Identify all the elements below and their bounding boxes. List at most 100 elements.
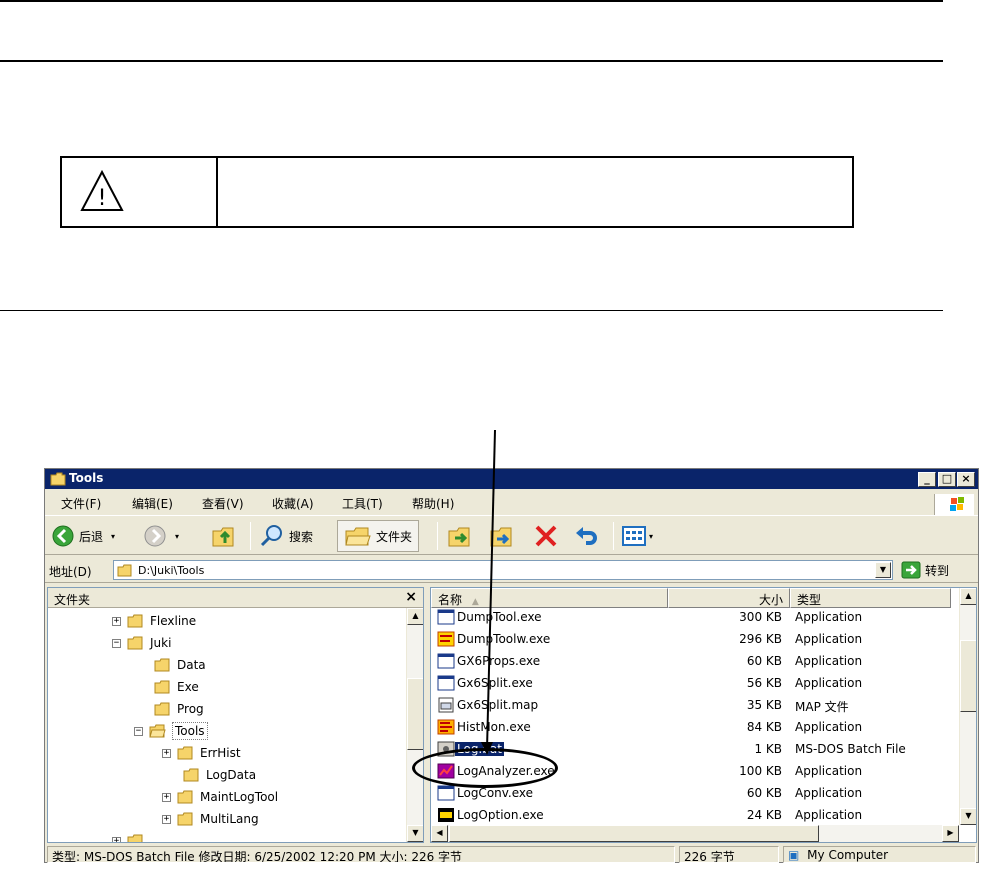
move-to-icon bbox=[448, 527, 470, 547]
file-row[interactable]: GX6Props.exe 60 KB Application bbox=[431, 650, 951, 672]
folder-pane-scrollbar[interactable]: ▲ ▼ bbox=[406, 608, 423, 842]
menu-tools[interactable]: 工具(T) bbox=[342, 495, 383, 512]
warning-symbol: ! bbox=[98, 186, 107, 211]
forward-button[interactable]: ▾ bbox=[143, 520, 179, 552]
file-type: MAP 文件 bbox=[795, 700, 849, 714]
tree-item-data[interactable]: Data bbox=[154, 654, 206, 676]
menu-edit[interactable]: 编辑(E) bbox=[132, 495, 173, 512]
scroll-up-icon[interactable]: ▲ bbox=[407, 608, 423, 625]
file-type: Application bbox=[795, 632, 863, 646]
tree-item-label: Data bbox=[177, 658, 206, 672]
close-pane-icon[interactable]: × bbox=[405, 589, 417, 605]
scroll-thumb[interactable] bbox=[449, 825, 819, 842]
folders-button[interactable]: 文件夹 bbox=[337, 520, 420, 552]
tree-item-multilang[interactable]: + MultiLang bbox=[162, 808, 259, 830]
computer-icon: ▣ bbox=[788, 848, 800, 862]
folder-icon bbox=[127, 614, 143, 628]
tree-item-tools[interactable]: − Tools bbox=[134, 720, 208, 742]
undo-icon bbox=[576, 527, 597, 545]
file-type: Application bbox=[795, 610, 863, 624]
expand-icon[interactable]: + bbox=[112, 836, 121, 842]
search-label: 搜索 bbox=[289, 529, 314, 544]
section-rule bbox=[0, 310, 943, 311]
file-type: Application bbox=[795, 720, 863, 734]
status-size: 226 字节 bbox=[679, 846, 779, 863]
folder-icon bbox=[154, 658, 170, 672]
back-dropdown-icon[interactable]: ▾ bbox=[111, 532, 115, 541]
folder-pane: 文件夹 × + Flexline − Juki Data Exe Prog − bbox=[47, 587, 424, 843]
scroll-down-icon[interactable]: ▼ bbox=[407, 825, 423, 842]
tree-item-label: ErrHist bbox=[200, 746, 241, 760]
file-list-vscrollbar[interactable]: ▲ ▼ bbox=[959, 588, 976, 825]
collapse-icon[interactable]: − bbox=[134, 726, 143, 736]
file-row[interactable]: HistMon.exe 84 KB Application bbox=[431, 716, 951, 738]
menu-view[interactable]: 查看(V) bbox=[202, 495, 244, 512]
address-bar: 地址(D) D:\Juki\Tools ▼ 转到 bbox=[45, 557, 978, 583]
go-arrow-icon bbox=[901, 561, 921, 579]
move-to-button[interactable] bbox=[447, 520, 473, 552]
copy-to-button[interactable] bbox=[489, 520, 515, 552]
folders-icon bbox=[345, 527, 371, 546]
file-row[interactable]: DumpToolw.exe 296 KB Application bbox=[431, 628, 951, 650]
tree-item-logdata[interactable]: LogData bbox=[183, 764, 256, 786]
tree-item-flexline[interactable]: + Flexline bbox=[112, 610, 196, 632]
menu-favorites[interactable]: 收藏(A) bbox=[272, 495, 314, 512]
menu-help[interactable]: 帮助(H) bbox=[412, 495, 454, 512]
expand-icon[interactable]: + bbox=[162, 814, 171, 824]
expand-icon[interactable]: + bbox=[162, 792, 171, 802]
scroll-up-icon[interactable]: ▲ bbox=[960, 588, 976, 605]
tree-item-partial[interactable]: + bbox=[112, 830, 150, 842]
views-button[interactable]: ▾ bbox=[621, 520, 653, 552]
file-row[interactable]: LogOption.exe 24 KB Application bbox=[431, 804, 951, 826]
tree-item-prog[interactable]: Prog bbox=[154, 698, 204, 720]
forward-dropdown-icon[interactable]: ▾ bbox=[175, 532, 179, 541]
tree-item-errhist[interactable]: + ErrHist bbox=[162, 742, 241, 764]
undo-button[interactable] bbox=[573, 520, 599, 552]
menu-file[interactable]: 文件(F) bbox=[61, 495, 101, 512]
delete-button[interactable] bbox=[533, 520, 559, 552]
tree-item-label: LogData bbox=[206, 768, 257, 782]
views-dropdown-icon[interactable]: ▾ bbox=[649, 532, 653, 541]
app-window-icon bbox=[437, 785, 455, 801]
file-list-hscrollbar[interactable]: ◀ ▶ bbox=[431, 825, 959, 842]
expand-icon[interactable]: + bbox=[162, 748, 171, 758]
scroll-left-icon[interactable]: ◀ bbox=[431, 825, 448, 842]
scroll-down-icon[interactable]: ▼ bbox=[960, 808, 976, 825]
title-bar[interactable]: Tools _ □ × bbox=[45, 469, 978, 489]
scroll-right-icon[interactable]: ▶ bbox=[942, 825, 959, 842]
go-button[interactable]: 转到 bbox=[901, 560, 977, 580]
column-header-name[interactable]: 名称 ▲ bbox=[431, 588, 668, 608]
windows-logo-icon bbox=[934, 494, 974, 516]
close-button[interactable]: × bbox=[957, 472, 975, 487]
column-header-type[interactable]: 类型 bbox=[790, 588, 951, 608]
minimize-button[interactable]: _ bbox=[918, 472, 936, 487]
scroll-thumb[interactable] bbox=[407, 678, 423, 750]
back-button[interactable]: 后退 ▾ bbox=[51, 520, 115, 552]
up-folder-button[interactable] bbox=[211, 520, 237, 552]
folder-icon bbox=[117, 564, 132, 577]
column-header-size[interactable]: 大小 bbox=[668, 588, 790, 608]
expand-icon[interactable]: + bbox=[112, 616, 121, 626]
warning-icon: ! bbox=[80, 169, 124, 211]
tree-item-label: Prog bbox=[177, 702, 204, 716]
file-name: Gx6Split.map bbox=[457, 698, 539, 712]
address-dropdown-icon[interactable]: ▼ bbox=[875, 562, 891, 578]
file-row[interactable]: Gx6Split.exe 56 KB Application bbox=[431, 672, 951, 694]
tree-item-juki[interactable]: − Juki bbox=[112, 632, 171, 654]
file-row[interactable]: DumpTool.exe 300 KB Application bbox=[431, 606, 951, 628]
tree-item-exe[interactable]: Exe bbox=[154, 676, 199, 698]
forward-arrow-icon bbox=[144, 525, 166, 547]
folder-pane-header: 文件夹 × bbox=[48, 588, 423, 608]
search-button[interactable]: 搜索 bbox=[259, 520, 313, 552]
folder-icon bbox=[154, 680, 170, 694]
maximize-button[interactable]: □ bbox=[938, 472, 956, 487]
address-input[interactable]: D:\Juki\Tools ▼ bbox=[113, 560, 893, 580]
collapse-icon[interactable]: − bbox=[112, 638, 121, 648]
tree-item-maintlogtool[interactable]: + MaintLogTool bbox=[162, 786, 278, 808]
file-name: DumpToolw.exe bbox=[457, 632, 551, 646]
app-window-icon bbox=[437, 653, 455, 669]
status-zone-label: My Computer bbox=[807, 848, 889, 862]
file-row[interactable]: Gx6Split.map 35 KB MAP 文件 bbox=[431, 694, 951, 716]
scroll-thumb[interactable] bbox=[960, 640, 976, 712]
caution-divider bbox=[216, 158, 218, 226]
